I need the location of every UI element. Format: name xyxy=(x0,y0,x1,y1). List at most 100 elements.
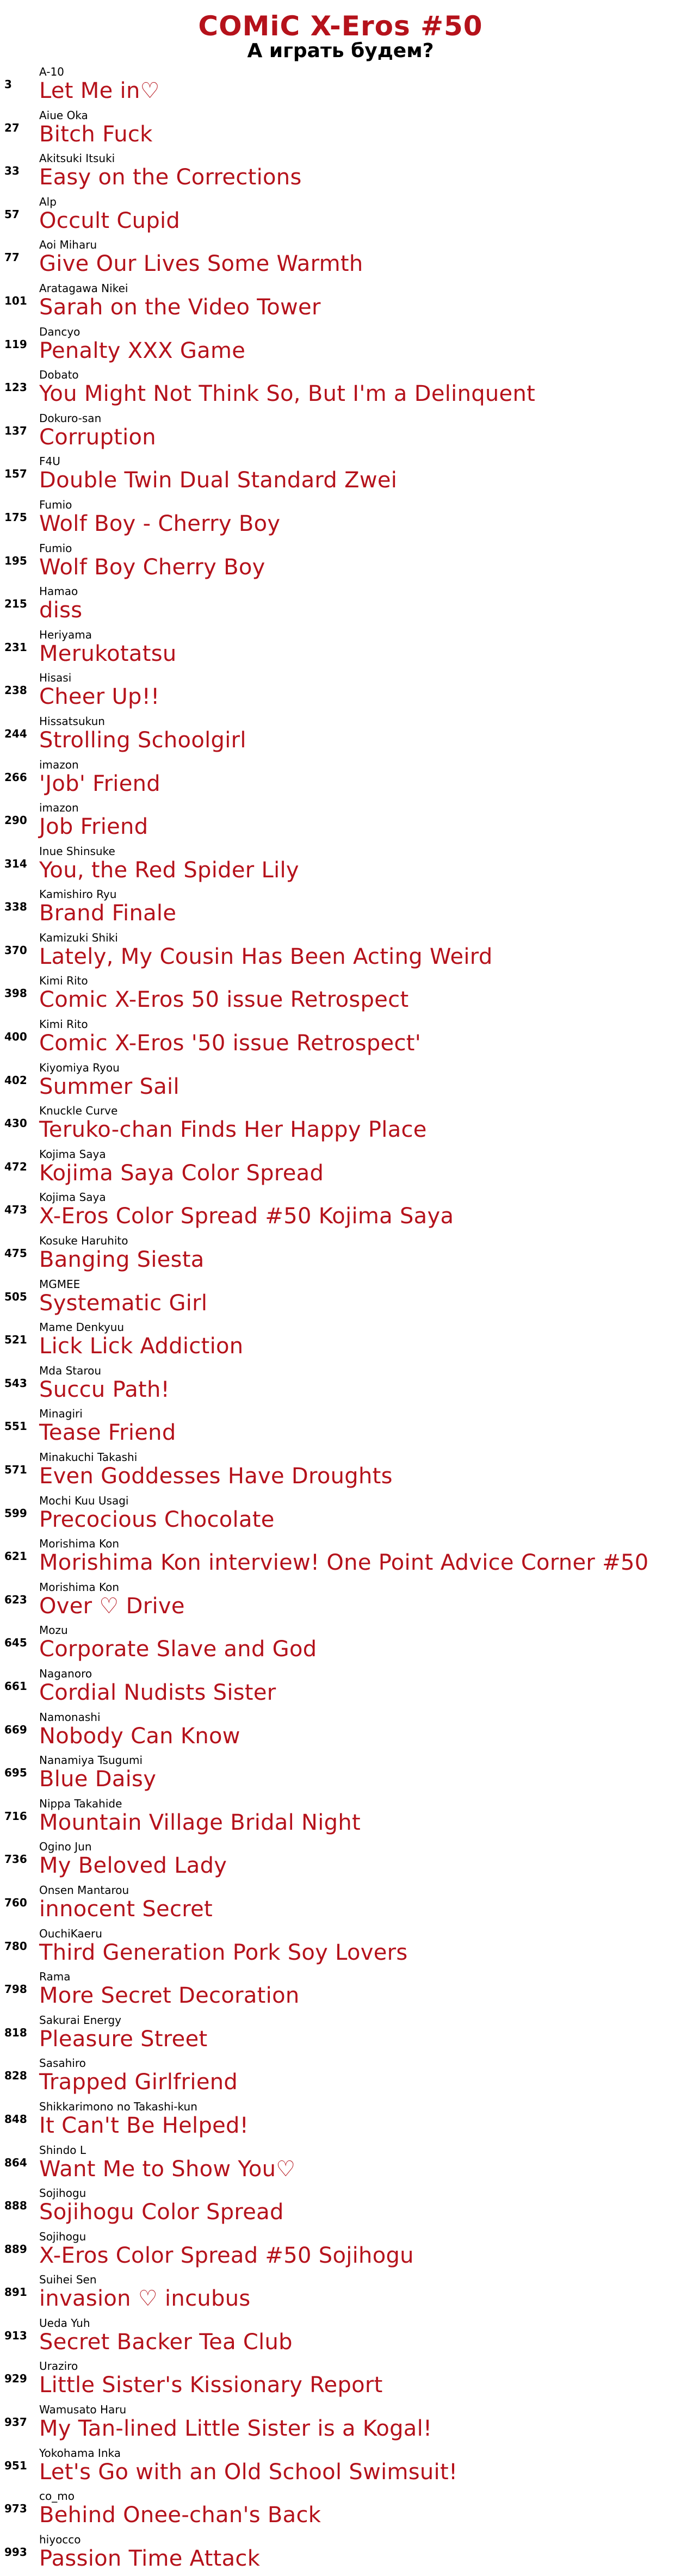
list-item: Sasahiro 828 Trapped Girlfriend xyxy=(0,2057,681,2100)
story-title: Even Goddesses Have Droughts xyxy=(39,1464,393,1489)
story-title: Blue Daisy xyxy=(39,1767,157,1792)
page-number: 973 xyxy=(4,2502,27,2516)
list-item: Hisasi 238 Cheer Up!! xyxy=(0,671,681,715)
author-name: Kimi Rito xyxy=(39,974,88,988)
page-number: 889 xyxy=(4,2242,27,2256)
page-number: 780 xyxy=(4,1939,27,1953)
list-item: Hamao 215 diss xyxy=(0,585,681,628)
page-number: 314 xyxy=(4,857,27,870)
author-name: imazon xyxy=(39,801,79,815)
page-number: 231 xyxy=(4,640,27,654)
page-number: 716 xyxy=(4,1809,27,1823)
page-number: 736 xyxy=(4,1853,27,1866)
page-number: 695 xyxy=(4,1766,27,1780)
table-of-contents: A-10 3 Let Me in♡ Aiue Oka 27 Bitch Fuck Akits… xyxy=(0,65,681,2576)
story-title: Corruption xyxy=(39,424,156,450)
author-name: Shindo L xyxy=(39,2143,86,2157)
author-name: Kamishiro Ryu xyxy=(39,888,117,901)
page-number: 473 xyxy=(4,1203,27,1217)
page-number: 119 xyxy=(4,337,27,351)
page-number: 993 xyxy=(4,2545,27,2559)
story-title: Bitch Fuck xyxy=(39,121,153,147)
story-title: 'Job' Friend xyxy=(39,771,160,796)
list-item: Mochi Kuu Usagi 599 Precocious Chocolate xyxy=(0,1494,681,1538)
page-number: 3 xyxy=(4,78,12,91)
author-name: Uraziro xyxy=(39,2360,78,2373)
story-title: Sojihogu Color Spread xyxy=(39,2200,284,2225)
story-title: Comic X-Eros 50 issue Retrospect xyxy=(39,987,409,1013)
list-item: Akitsuki Itsuki 33 Easy on the Corrections xyxy=(0,152,681,195)
list-item: Kimi Rito 400 Comic X-Eros '50 issue Retro… xyxy=(0,1018,681,1061)
author-name: co_mo xyxy=(39,2490,75,2503)
list-item: Mozu 645 Corporate Slave and God xyxy=(0,1624,681,1667)
story-title: Want Me to Show You♡ xyxy=(39,2156,296,2182)
page-number: 798 xyxy=(4,1983,27,1996)
page-number: 402 xyxy=(4,1073,27,1087)
page-number: 645 xyxy=(4,1636,27,1650)
page-number: 818 xyxy=(4,2026,27,2039)
story-title: Systematic Girl xyxy=(39,1290,208,1316)
list-item: Shindo L 864 Want Me to Show You♡ xyxy=(0,2144,681,2187)
story-title: You Might Not Think So, But I'm a Delinq… xyxy=(39,381,536,407)
page-number: 137 xyxy=(4,424,27,437)
list-item: A-10 3 Let Me in♡ xyxy=(0,65,681,109)
page-number: 571 xyxy=(4,1463,27,1476)
author-name: hiyocco xyxy=(39,2532,81,2546)
story-title: Let Me in♡ xyxy=(39,78,160,103)
story-title: More Secret Decoration xyxy=(39,1983,300,2009)
story-title: Corporate Slave and God xyxy=(39,1637,317,1662)
story-title: Secret Backer Tea Club xyxy=(39,2329,293,2355)
list-item: Morishima Kon 621 Morishima Kon interview!… xyxy=(0,1537,681,1581)
list-item: OuchiKaeru 780 Third Generation Pork Soy L… xyxy=(0,1927,681,1971)
author-name: Kosuke Haruhito xyxy=(39,1234,128,1248)
story-title: Teruko-chan Finds Her Happy Place xyxy=(39,1117,427,1143)
list-item: Kosuke Haruhito 475 Banging Siesta xyxy=(0,1234,681,1278)
page-number: 27 xyxy=(4,121,20,134)
author-name: Morishima Kon xyxy=(39,1580,120,1594)
author-name: Yokohama Inka xyxy=(39,2446,121,2460)
list-item: Sojihogu 888 Sojihogu Color Spread xyxy=(0,2187,681,2230)
author-name: Aoi Miharu xyxy=(39,238,97,252)
page-number: 157 xyxy=(4,467,27,481)
story-title: Little Sister's Kissionary Report xyxy=(39,2373,383,2398)
story-title: Passion Time Attack xyxy=(39,2546,261,2571)
page-number: 951 xyxy=(4,2459,27,2472)
page-number: 937 xyxy=(4,2416,27,2429)
author-name: Mame Denkyuu xyxy=(39,1321,125,1334)
list-item: Nippa Takahide 716 Mountain Village Bridal… xyxy=(0,1797,681,1841)
list-item: Sojihogu 889 X-Eros Color Spread #50 Sojih… xyxy=(0,2230,681,2274)
page-number: 669 xyxy=(4,1723,27,1736)
story-title: Strolling Schoolgirl xyxy=(39,727,246,753)
header: COMiC X-Eros #50 А играть будем? xyxy=(0,0,681,65)
story-title: My Tan-lined Little Sister is a Kogal! xyxy=(39,2416,432,2442)
story-title: Third Generation Pork Soy Lovers xyxy=(39,1940,408,1965)
story-title: Kojima Saya Color Spread xyxy=(39,1160,324,1186)
list-item: hiyocco 993 Passion Time Attack xyxy=(0,2533,681,2576)
story-title: Cheer Up!! xyxy=(39,684,160,710)
story-title: invasion ♡ incubus xyxy=(39,2286,251,2312)
author-name: Sakurai Energy xyxy=(39,2013,122,2027)
story-title: Mountain Village Bridal Night xyxy=(39,1810,361,1835)
list-item: Aratagawa Nikei 101 Sarah on the Video Tow… xyxy=(0,282,681,325)
page-number: 760 xyxy=(4,1896,27,1909)
list-item: Knuckle Curve 430 Teruko-chan Finds Her Ha… xyxy=(0,1104,681,1148)
page-number: 521 xyxy=(4,1333,27,1347)
author-name: Akitsuki Itsuki xyxy=(39,152,115,165)
author-name: OuchiKaeru xyxy=(39,1927,102,1940)
list-item: Hissatsukun 244 Strolling Schoolgirl xyxy=(0,715,681,758)
author-name: A-10 xyxy=(39,65,64,78)
author-name: imazon xyxy=(39,758,79,771)
page-number: 864 xyxy=(4,2156,27,2169)
story-title: Trapped Girlfriend xyxy=(39,2070,238,2095)
list-item: Kojima Saya 473 X-Eros Color Spread #50 Ko… xyxy=(0,1191,681,1234)
author-name: Rama xyxy=(39,1970,71,1984)
list-item: Onsen Mantarou 760 innocent Secret xyxy=(0,1884,681,1927)
page-number: 888 xyxy=(4,2199,27,2213)
page-number: 244 xyxy=(4,727,27,740)
author-name: Sojihogu xyxy=(39,2187,86,2200)
list-item: Dobato 123 You Might Not Think So, But I'm… xyxy=(0,368,681,412)
page-number: 238 xyxy=(4,684,27,697)
author-name: Fumio xyxy=(39,541,72,555)
author-name: Wamusato Haru xyxy=(39,2403,127,2417)
page-number: 599 xyxy=(4,1506,27,1520)
